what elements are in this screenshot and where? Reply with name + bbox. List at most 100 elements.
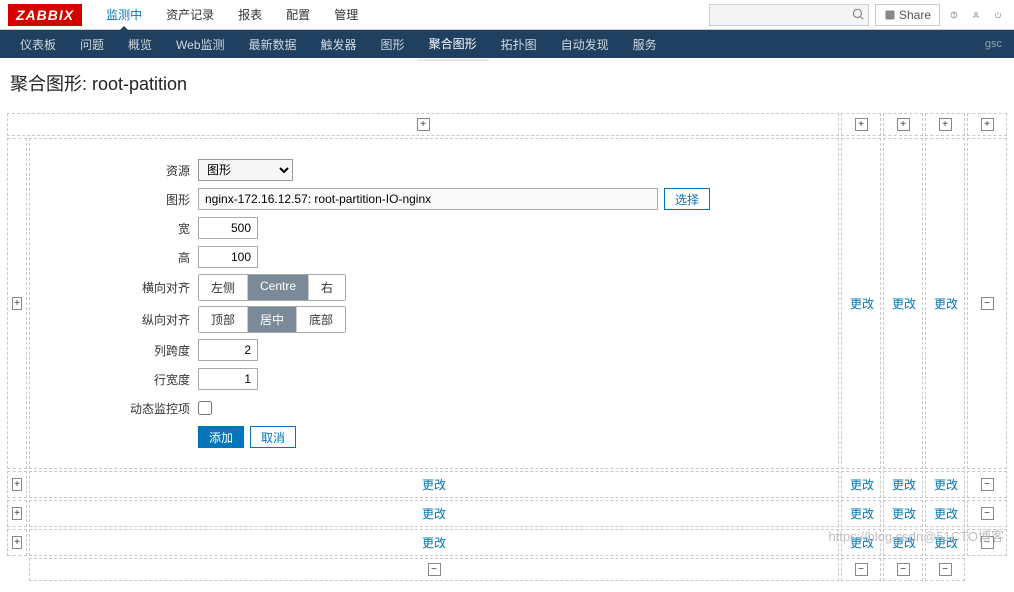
minus-icon[interactable]: −: [981, 507, 994, 520]
subnav-maps[interactable]: 拓扑图: [489, 29, 549, 60]
change-link[interactable]: 更改: [892, 534, 916, 551]
change-link[interactable]: 更改: [892, 505, 916, 522]
grid-r2-c1: 更改: [841, 471, 881, 498]
grid-r4-minus: −: [967, 529, 1007, 556]
grid-r2-minus: −: [967, 471, 1007, 498]
change-link[interactable]: 更改: [850, 295, 874, 312]
add-button[interactable]: 添加: [198, 426, 244, 448]
minus-icon[interactable]: −: [428, 563, 441, 576]
change-link[interactable]: 更改: [934, 476, 958, 493]
subnav-discovery[interactable]: 自动发现: [549, 29, 621, 60]
rowspan-label: 行宽度: [36, 371, 198, 388]
valign-middle[interactable]: 居中: [248, 307, 297, 332]
change-link[interactable]: 更改: [934, 505, 958, 522]
plus-icon[interactable]: +: [12, 478, 22, 491]
screen-grid: + + + + + + 资源 图形 图形 选择: [0, 112, 1014, 592]
change-link[interactable]: 更改: [892, 476, 916, 493]
search-icon: [851, 7, 865, 21]
subnav-overview[interactable]: 概览: [116, 29, 164, 60]
subnav-screens[interactable]: 聚合图形: [417, 28, 489, 61]
topnav-config[interactable]: 配置: [274, 0, 322, 30]
minus-icon[interactable]: −: [897, 563, 910, 576]
change-link[interactable]: 更改: [934, 295, 958, 312]
topnav-reports[interactable]: 报表: [226, 0, 274, 30]
dynamic-checkbox[interactable]: [198, 401, 212, 415]
plus-icon[interactable]: +: [12, 536, 22, 549]
halign-segment: 左侧 Centre 右: [198, 274, 346, 301]
grid-row-change-main-1: 更改: [29, 471, 839, 498]
grid-side-change-1: 更改: [841, 138, 881, 469]
grid-r4-c3: 更改: [925, 529, 965, 556]
grid-side-minus: −: [967, 138, 1007, 469]
cancel-button[interactable]: 取消: [250, 426, 296, 448]
valign-segment: 顶部 居中 底部: [198, 306, 346, 333]
minus-icon[interactable]: −: [981, 536, 994, 549]
grid-bottom-minus-main: −: [29, 558, 839, 581]
topnav-monitoring[interactable]: 监测中: [94, 0, 154, 30]
graph-label: 图形: [36, 191, 198, 208]
page-title: 聚合图形: root-patition: [0, 58, 1014, 112]
minus-icon[interactable]: −: [855, 563, 868, 576]
valign-label: 纵向对齐: [36, 311, 198, 328]
grid-bottom-minus-3: −: [925, 558, 965, 581]
change-link[interactable]: 更改: [422, 505, 446, 522]
graph-input[interactable]: [198, 188, 658, 210]
subnav-latest[interactable]: 最新数据: [237, 29, 309, 60]
subnav-triggers[interactable]: 触发器: [309, 29, 369, 60]
grid-left-plus-r2: +: [7, 471, 27, 498]
halign-label: 横向对齐: [36, 279, 198, 296]
height-label: 高: [36, 249, 198, 266]
halign-centre[interactable]: Centre: [248, 275, 309, 300]
change-link[interactable]: 更改: [892, 295, 916, 312]
subnav-services[interactable]: 服务: [621, 29, 669, 60]
change-link[interactable]: 更改: [850, 534, 874, 551]
grid-r3-c3: 更改: [925, 500, 965, 527]
help-icon[interactable]: [946, 7, 962, 23]
width-input[interactable]: [198, 217, 258, 239]
grid-left-plus-r4: +: [7, 529, 27, 556]
user-icon[interactable]: [968, 7, 984, 23]
minus-icon[interactable]: −: [981, 297, 994, 310]
height-input[interactable]: [198, 246, 258, 268]
minus-icon[interactable]: −: [981, 478, 994, 491]
subnav-dashboard[interactable]: 仪表板: [8, 29, 68, 60]
grid-row-change-main-3: 更改: [29, 529, 839, 556]
top-bar: ZABBIX 监测中 资产记录 报表 配置 管理 Share: [0, 0, 1014, 30]
width-label: 宽: [36, 220, 198, 237]
grid-r3-c1: 更改: [841, 500, 881, 527]
subnav-right-text: gsc: [985, 38, 1006, 50]
plus-icon[interactable]: +: [855, 118, 868, 131]
valign-bottom[interactable]: 底部: [297, 307, 345, 332]
dynamic-label: 动态监控项: [36, 400, 198, 417]
colspan-input[interactable]: [198, 339, 258, 361]
share-button[interactable]: Share: [875, 4, 940, 26]
change-link[interactable]: 更改: [422, 534, 446, 551]
change-link[interactable]: 更改: [934, 534, 958, 551]
plus-icon[interactable]: +: [12, 507, 22, 520]
halign-left[interactable]: 左侧: [199, 275, 248, 300]
subnav-graphs[interactable]: 图形: [369, 29, 417, 60]
power-icon[interactable]: [990, 7, 1006, 23]
minus-icon[interactable]: −: [939, 563, 952, 576]
plus-icon[interactable]: +: [897, 118, 910, 131]
plus-icon[interactable]: +: [939, 118, 952, 131]
valign-top[interactable]: 顶部: [199, 307, 248, 332]
top-nav: 监测中 资产记录 报表 配置 管理: [94, 0, 370, 30]
subnav-problems[interactable]: 问题: [68, 29, 116, 60]
search-input[interactable]: [709, 4, 869, 26]
grid-r3-c2: 更改: [883, 500, 923, 527]
change-link[interactable]: 更改: [850, 476, 874, 493]
subnav-web[interactable]: Web监测: [164, 29, 236, 60]
plus-icon[interactable]: +: [981, 118, 994, 131]
plus-icon[interactable]: +: [12, 297, 22, 310]
resource-select[interactable]: 图形: [198, 159, 293, 181]
topnav-inventory[interactable]: 资产记录: [154, 0, 226, 30]
select-button[interactable]: 选择: [664, 188, 710, 210]
halign-right[interactable]: 右: [309, 275, 345, 300]
rowspan-input[interactable]: [198, 368, 258, 390]
change-link[interactable]: 更改: [422, 476, 446, 493]
plus-icon[interactable]: +: [417, 118, 430, 131]
grid-top-plus-2: +: [883, 113, 923, 136]
change-link[interactable]: 更改: [850, 505, 874, 522]
topnav-admin[interactable]: 管理: [322, 0, 370, 30]
